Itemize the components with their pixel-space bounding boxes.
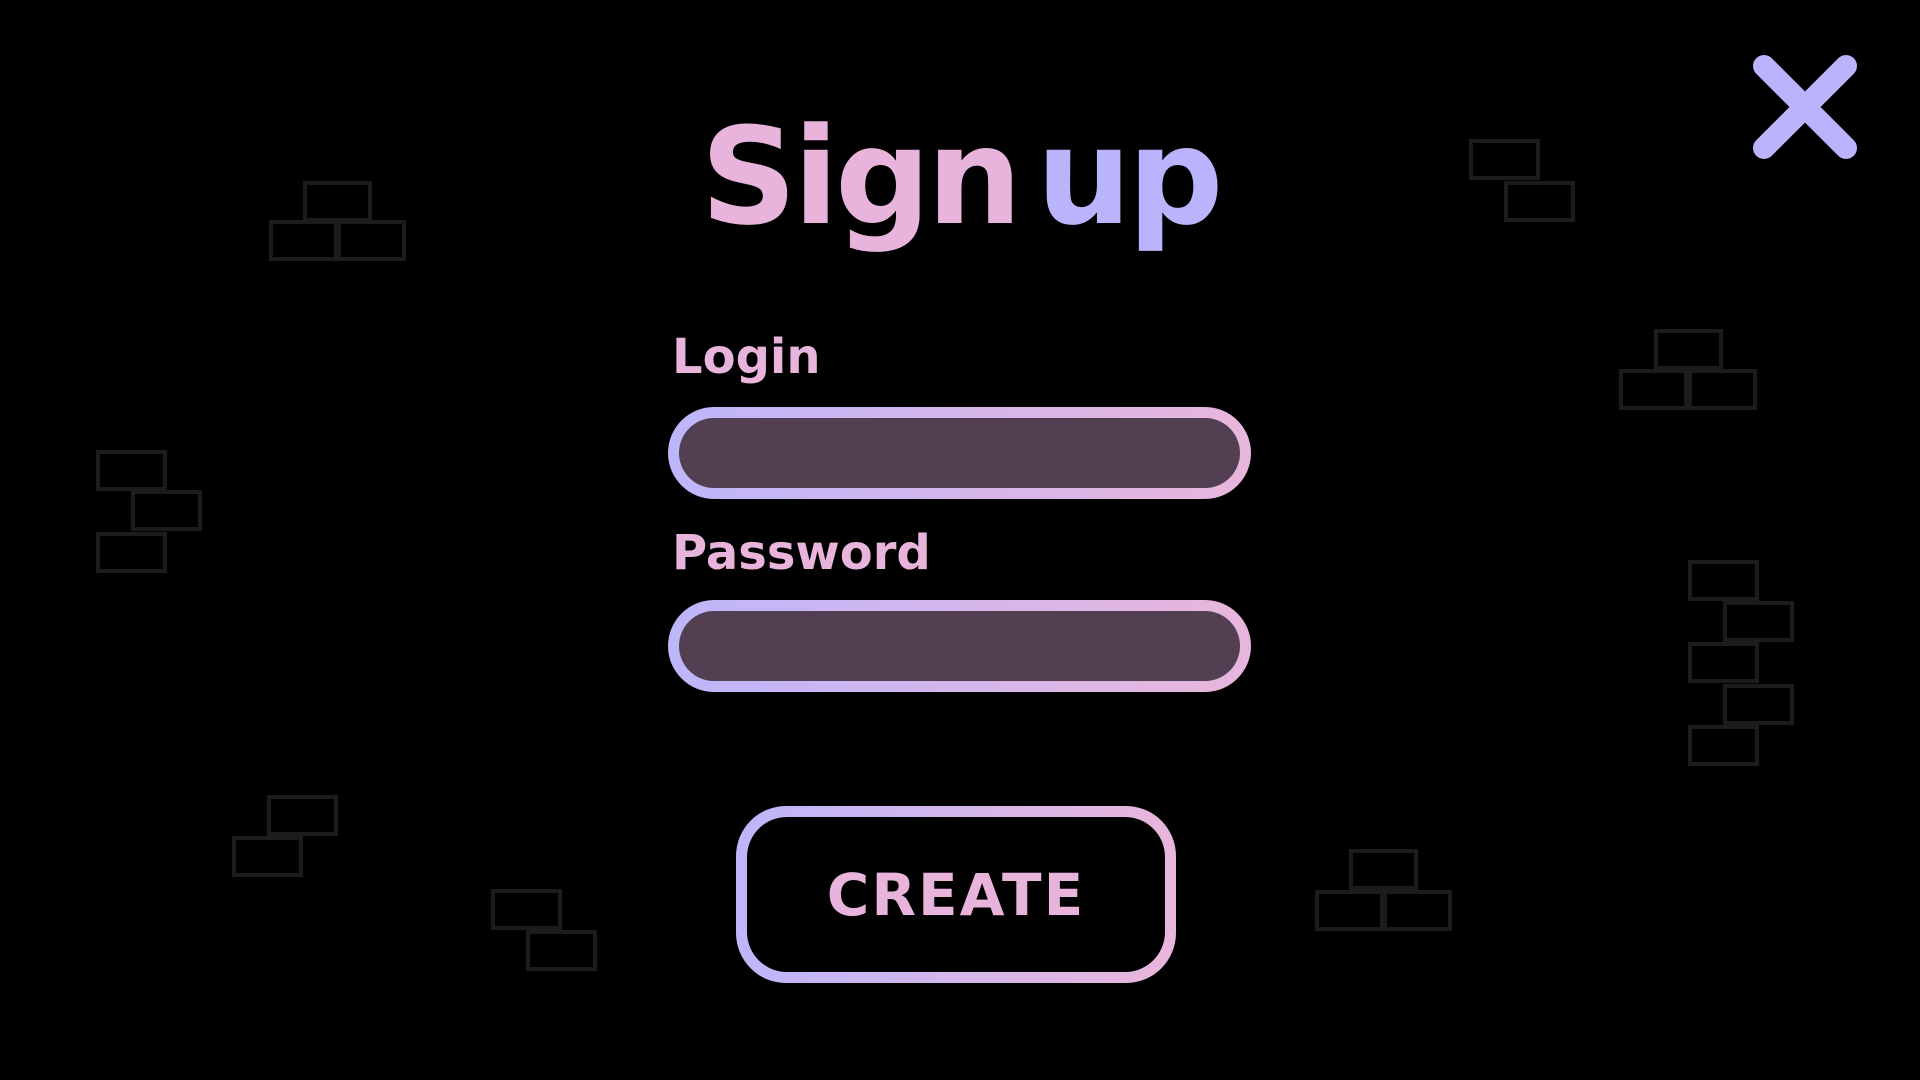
login-label: Login xyxy=(672,329,821,385)
brick-cluster xyxy=(1688,560,1794,766)
login-input[interactable] xyxy=(679,418,1240,488)
password-label: Password xyxy=(672,525,931,581)
page-title: Sign up xyxy=(0,110,1920,244)
brick-cluster xyxy=(96,450,202,573)
close-icon xyxy=(1753,55,1857,159)
password-field-frame xyxy=(668,600,1251,692)
brick-cluster xyxy=(1619,329,1757,410)
create-button[interactable]: CREATE xyxy=(736,806,1176,983)
password-input[interactable] xyxy=(679,611,1240,681)
brick-cluster xyxy=(1315,849,1452,931)
close-button[interactable] xyxy=(1746,48,1864,166)
brick-cluster xyxy=(232,795,338,877)
login-field-frame xyxy=(668,407,1251,499)
brick-cluster xyxy=(491,889,597,971)
title-word-up: up xyxy=(1036,99,1223,255)
title-word-sign: Sign xyxy=(700,99,1022,255)
create-button-label: CREATE xyxy=(747,817,1165,972)
